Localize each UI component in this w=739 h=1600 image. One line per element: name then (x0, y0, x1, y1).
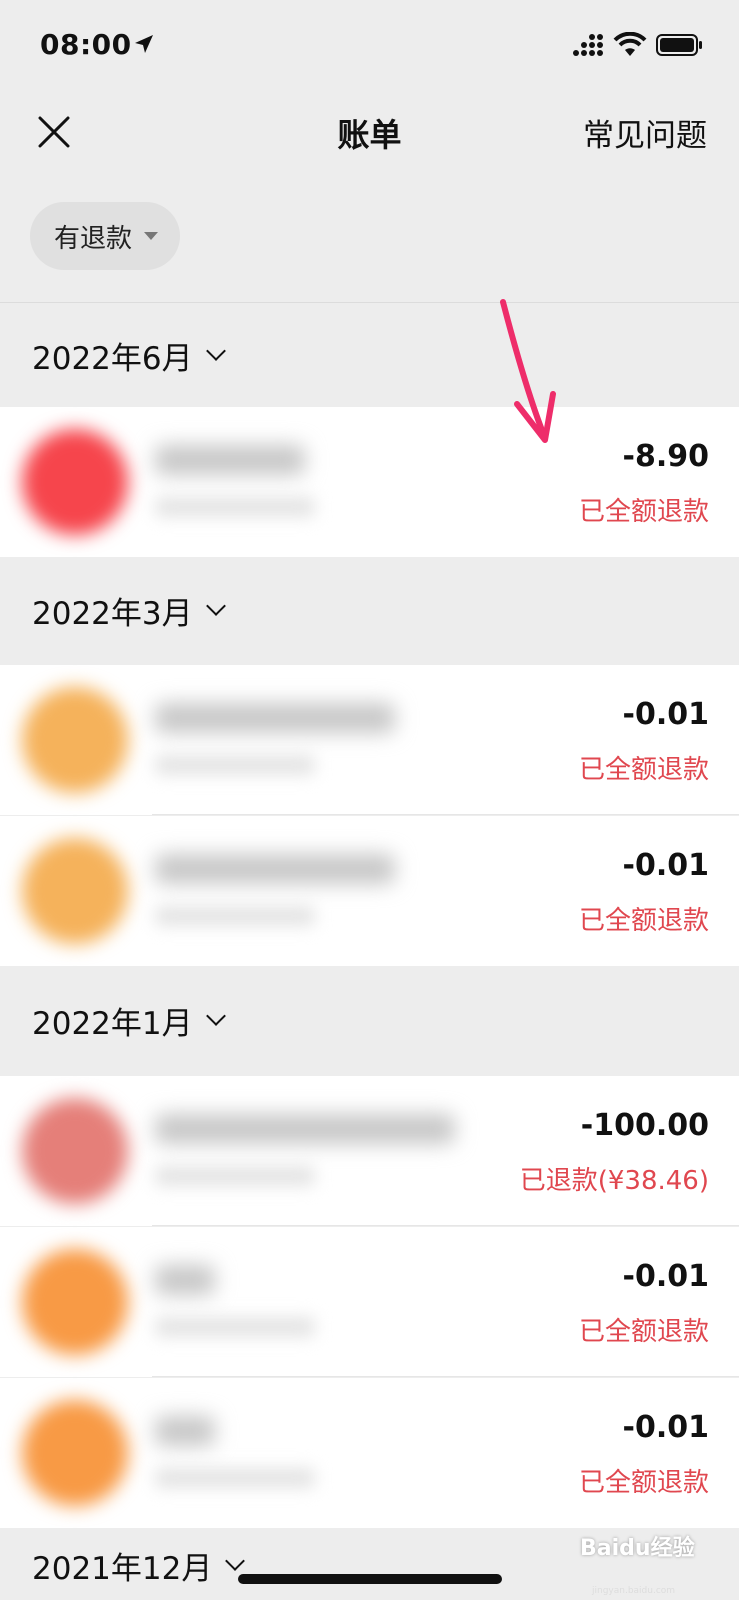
transaction-time-redacted (155, 755, 315, 775)
month-header-2022-03[interactable]: 2022年3月 (0, 558, 739, 662)
status-bar: 08:00 (0, 0, 739, 92)
month-header-2022-01[interactable]: 2022年1月 (0, 968, 739, 1072)
month-header-2022-06[interactable]: 2022年6月 (0, 303, 739, 407)
month-label: 2022年1月 (32, 1005, 193, 1042)
merchant-avatar (22, 1098, 128, 1204)
wifi-icon (613, 32, 647, 56)
transaction-row[interactable]: -0.01 已全额退款 (0, 1227, 739, 1377)
merchant-name-redacted (155, 854, 395, 884)
row-separator (152, 1376, 739, 1377)
merchant-avatar (22, 429, 128, 535)
merchant-avatar (22, 687, 128, 793)
cellular-signal-icon (573, 34, 603, 56)
transaction-row[interactable]: -8.90 已全额退款 (0, 407, 739, 557)
merchant-name-redacted (155, 1416, 215, 1446)
refund-status: 已全额退款 (578, 755, 709, 785)
transaction-row[interactable]: -0.01 已全额退款 (0, 1378, 739, 1528)
watermark-logo: Baidu经验 (580, 1536, 695, 1561)
transaction-row[interactable]: -0.01 已全额退款 (0, 665, 739, 815)
transaction-row[interactable]: -100.00 已退款(¥38.46) (0, 1076, 739, 1226)
chevron-down-icon (205, 596, 226, 616)
annotation-arrow-icon (500, 299, 556, 443)
merchant-name-redacted (155, 703, 395, 733)
merchant-name-redacted (155, 1114, 455, 1144)
merchant-avatar (22, 1400, 128, 1506)
clock-time: 08:00 (40, 28, 132, 61)
filter-label: 有退款 (54, 223, 133, 254)
home-indicator (238, 1574, 502, 1584)
transaction-amount: -100.00 (580, 1108, 709, 1143)
month-label: 2021年12月 (32, 1550, 213, 1587)
transaction-amount: -0.01 (622, 697, 709, 732)
location-arrow-icon (135, 35, 153, 53)
battery-icon (656, 34, 702, 56)
transaction-time-redacted (155, 906, 315, 926)
transaction-time-redacted (155, 1166, 315, 1186)
month-label: 2022年3月 (32, 595, 193, 632)
faq-link[interactable]: 常见问题 (583, 110, 707, 155)
chevron-down-icon (205, 1006, 226, 1026)
merchant-name-redacted (155, 1265, 215, 1295)
transaction-time-redacted (155, 1317, 315, 1337)
merchant-name-redacted (155, 445, 305, 475)
refund-status: 已全额退款 (578, 1468, 709, 1498)
refund-status: 已退款(¥38.46) (519, 1166, 709, 1196)
transaction-time-redacted (155, 1468, 315, 1488)
row-separator (152, 814, 739, 815)
transaction-amount: -0.01 (622, 1410, 709, 1445)
refund-filter-dropdown[interactable]: 有退款 (30, 202, 180, 270)
caret-down-icon (144, 232, 159, 240)
merchant-avatar (22, 838, 128, 944)
chevron-down-icon (205, 341, 226, 361)
month-label: 2022年6月 (32, 340, 193, 377)
transaction-time-redacted (155, 497, 315, 517)
row-separator (152, 1225, 739, 1226)
chevron-down-icon (225, 1551, 246, 1571)
transaction-amount: -0.01 (622, 848, 709, 883)
merchant-avatar (22, 1249, 128, 1355)
transaction-row[interactable]: -0.01 已全额退款 (0, 816, 739, 966)
watermark-url: jingyan.baidu.com (592, 1586, 676, 1596)
refund-status: 已全额退款 (578, 1317, 709, 1347)
refund-status: 已全额退款 (578, 497, 709, 527)
transaction-amount: -0.01 (622, 1259, 709, 1294)
transaction-amount: -8.90 (622, 439, 709, 474)
refund-status: 已全额退款 (578, 906, 709, 936)
